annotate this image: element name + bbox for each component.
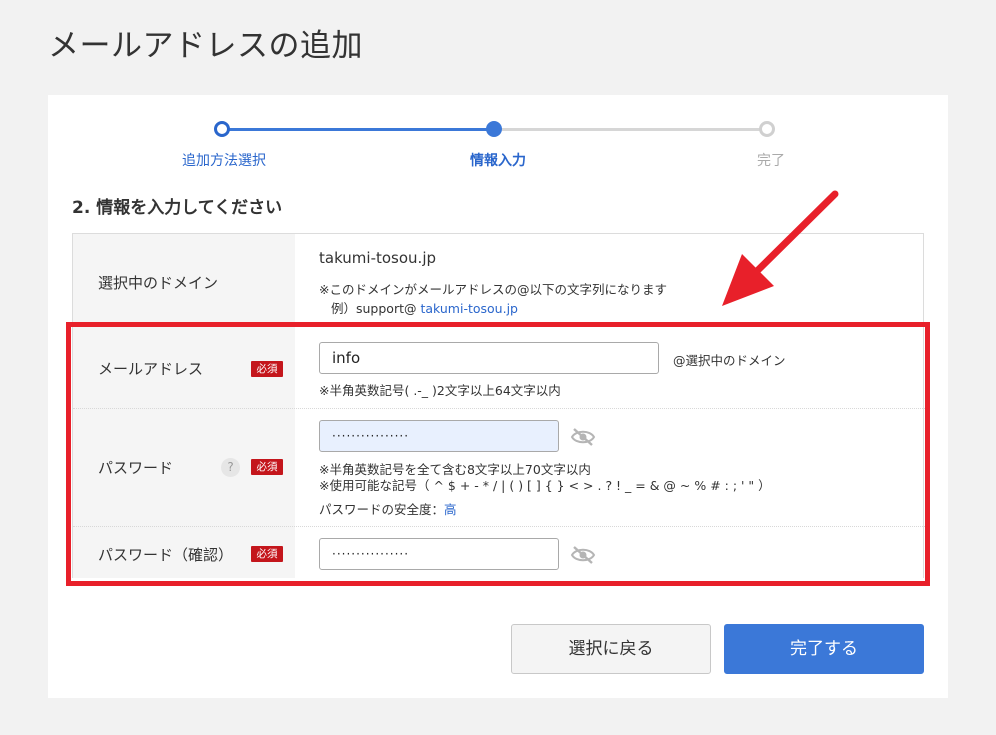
domain-example: 例）support@ takumi-tosou.jp	[331, 298, 518, 317]
stepper-line-todo	[502, 128, 760, 131]
section-title: 2. 情報を入力してください	[72, 198, 283, 218]
step-1-dot	[214, 121, 230, 137]
annotation-arrow-icon	[722, 190, 839, 306]
domain-row-label: 選択中のドメイン	[98, 274, 219, 292]
step-2-label: 情報入力	[470, 153, 526, 169]
domain-example-prefix: 例）support@	[331, 301, 421, 316]
stepper-line-done	[229, 128, 489, 131]
domain-value: takumi-tosou.jp	[319, 249, 437, 267]
annotation-frame	[66, 322, 930, 586]
complete-button[interactable]: 完了する	[724, 624, 924, 674]
back-button[interactable]: 選択に戻る	[511, 624, 711, 674]
step-3-dot	[759, 121, 775, 137]
domain-note: ※このドメインがメールアドレスの@以下の文字列になります	[319, 282, 667, 297]
page-title: メールアドレスの追加	[48, 28, 363, 64]
step-2-dot	[486, 121, 502, 137]
domain-example-link: takumi-tosou.jp	[420, 301, 518, 316]
step-3-label: 完了	[757, 153, 785, 169]
step-1-label: 追加方法選択	[182, 153, 266, 169]
